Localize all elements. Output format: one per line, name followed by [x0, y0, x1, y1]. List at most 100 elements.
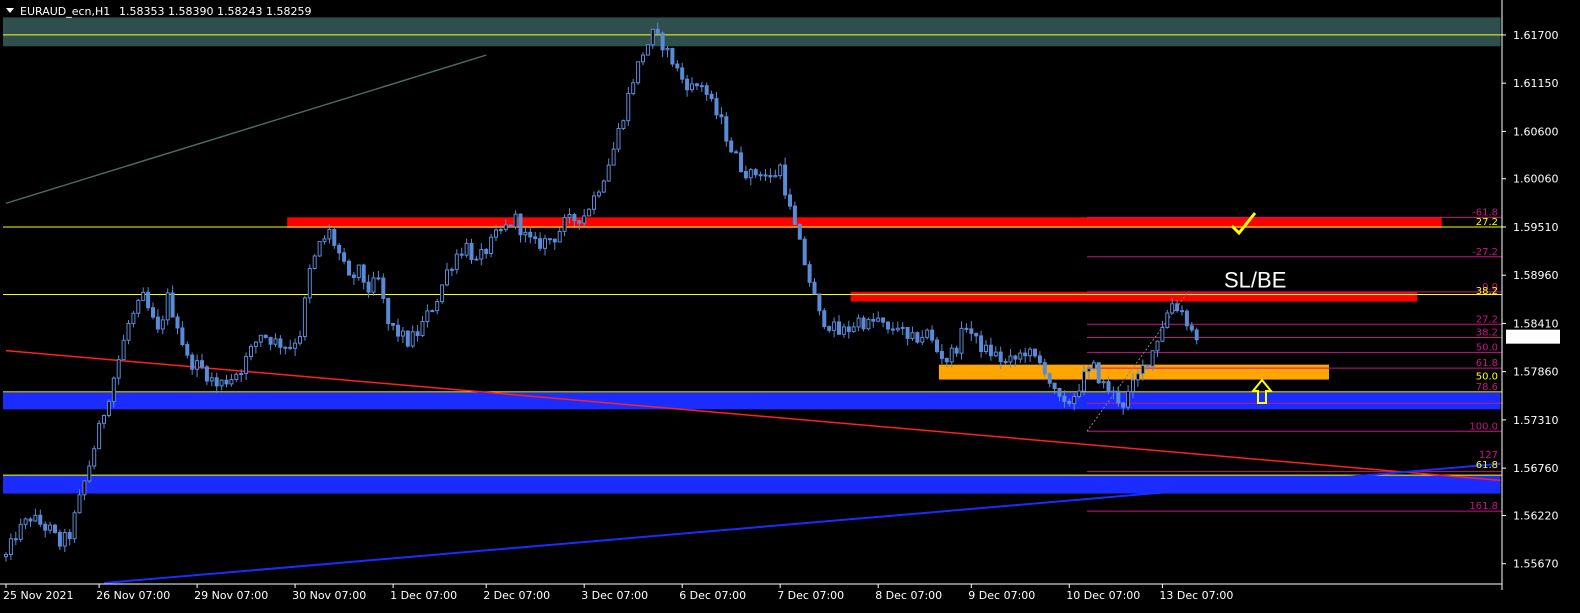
candle-body [528, 231, 533, 238]
candle-body [1126, 390, 1131, 408]
candle-body [1013, 355, 1018, 360]
chart-root[interactable]: -61.8 27.2 -27.2 0.0 38.2 27.2 38.2 50.0 61.8 50.… [0, 0, 1580, 613]
candle-body [1028, 348, 1033, 357]
y-tick-label: 1.55670 [1513, 558, 1559, 571]
candle-body [768, 175, 773, 178]
candle-body [391, 322, 396, 326]
candle-body [87, 465, 92, 482]
candle-body [160, 319, 165, 330]
candle-body [557, 230, 562, 243]
price-chart[interactable]: -61.827.2-27.20.038.227.238.250.061.850.… [0, 0, 1580, 613]
candle-body [77, 494, 82, 514]
candle-body [503, 224, 508, 231]
candle-body [900, 326, 905, 329]
y-tick-label: 1.56760 [1513, 462, 1559, 475]
candle-body [498, 229, 503, 232]
candle-body [1096, 362, 1101, 384]
candle-body [979, 335, 984, 353]
x-tick-label: 25 Nov 2021 [3, 589, 73, 602]
candle-body [322, 238, 327, 243]
candle-body [405, 330, 410, 347]
candle-body [866, 318, 871, 330]
candle-body [273, 338, 278, 345]
candle-body [930, 329, 935, 341]
candle-body [753, 169, 758, 176]
candle-body [400, 330, 405, 337]
candle-body [1145, 365, 1150, 368]
candle-body [1189, 325, 1194, 331]
candle-body [837, 321, 841, 335]
candle-body [792, 205, 797, 225]
candle-body [665, 47, 670, 51]
candle-body [690, 83, 694, 91]
candle-body [170, 292, 175, 318]
candle-body [386, 297, 391, 324]
y-tick-label: 1.57310 [1513, 414, 1559, 427]
candle-body [4, 554, 8, 558]
candle-body [244, 356, 249, 375]
candle-body [317, 241, 322, 257]
candle-body [538, 238, 543, 249]
candle-body [356, 264, 361, 278]
support-zone-upper [3, 392, 1501, 410]
candle-body [337, 244, 342, 254]
candle-body [925, 329, 930, 338]
x-tick-label: 7 Dec 07:00 [777, 589, 844, 602]
candle-body [758, 174, 763, 177]
candle-body [298, 336, 302, 344]
y-tick-label: 1.58410 [1513, 317, 1559, 330]
candle-body [964, 327, 969, 330]
candle-body [998, 351, 1003, 363]
candle-body [445, 269, 449, 286]
candle-body [342, 252, 347, 262]
candle-body [489, 236, 494, 254]
candle-body [670, 47, 675, 65]
candle-body [1170, 303, 1175, 314]
candle-body [954, 347, 959, 354]
candle-body [165, 292, 170, 321]
candle-body [195, 360, 200, 370]
candle-body [474, 258, 479, 261]
candle-body [587, 208, 592, 217]
candle-body [655, 28, 660, 34]
candle-body [126, 323, 131, 341]
candle-body [851, 326, 856, 332]
candle-body [459, 253, 464, 256]
candle-body [366, 281, 371, 293]
fib-label: 61.8 [1476, 358, 1498, 369]
candle-body [748, 169, 753, 179]
candle-body [180, 327, 185, 346]
candle-body [347, 260, 351, 276]
candle-body [234, 373, 239, 380]
x-tick-label: 9 Dec 07:00 [968, 589, 1035, 602]
candle-body [1101, 381, 1106, 384]
candle-body [621, 120, 626, 130]
candle-body [479, 248, 484, 260]
y-tick-label: 1.56220 [1513, 509, 1559, 522]
candle-body [641, 54, 645, 63]
candle-body [484, 248, 489, 254]
candle-body [332, 228, 337, 246]
candle-body [881, 317, 886, 323]
candle-body [351, 274, 356, 278]
candle-body [812, 281, 817, 295]
x-tick-label: 2 Dec 07:00 [483, 589, 550, 602]
x-tick-label: 13 Dec 07:00 [1159, 589, 1233, 602]
candle-body [249, 345, 253, 358]
candle-body [797, 223, 802, 240]
entry-zone [938, 364, 1329, 380]
candle-body [440, 284, 445, 303]
fib-label: 100.0 [1469, 421, 1498, 432]
candle-body [141, 291, 146, 301]
candle-body [1018, 352, 1023, 360]
y-tick-label: 1.61700 [1513, 29, 1559, 42]
candle-body [28, 518, 33, 522]
candle-body [97, 422, 102, 450]
candle-body [288, 346, 293, 349]
candle-body [1037, 355, 1042, 364]
candle-body [464, 242, 469, 256]
candle-body [788, 194, 792, 207]
candle-body [430, 310, 435, 313]
candle-body [307, 268, 312, 299]
candle-body [48, 524, 53, 531]
